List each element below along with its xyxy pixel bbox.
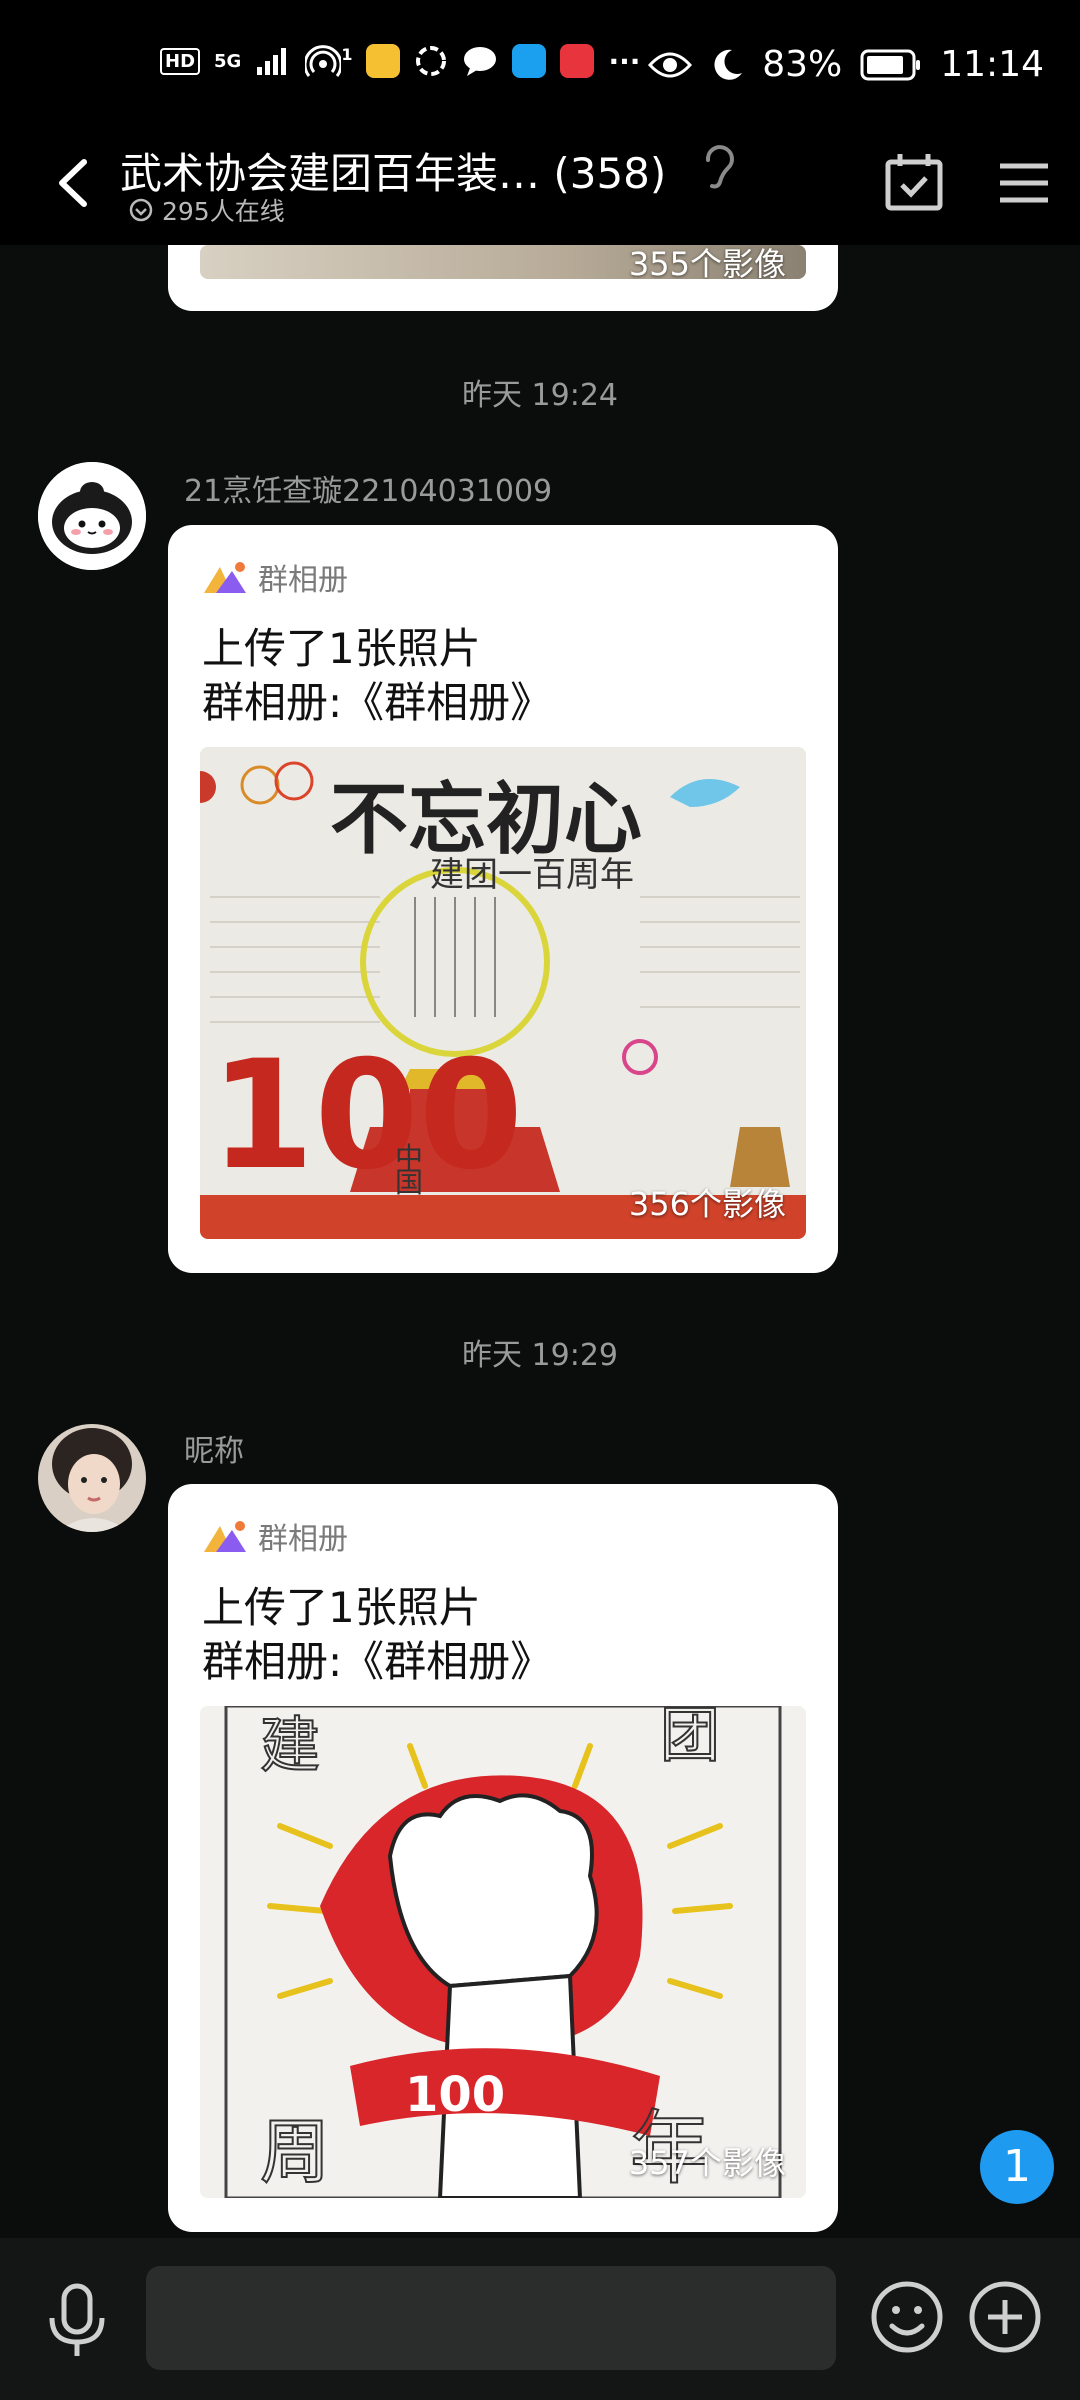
svg-text:100: 100	[405, 2067, 505, 2123]
timestamp: 昨天 19:29	[462, 1338, 618, 1373]
message-bubble[interactable]: 群相册 上传了1张照片 群相册:《群相册》 100 建 团 周 年 357个影像	[168, 1484, 838, 2232]
chevron-left-icon[interactable]	[40, 148, 110, 218]
unread-badge[interactable]: 1	[980, 2130, 1054, 2204]
source-row: 群相册	[202, 1514, 348, 1558]
hotspot-icon	[305, 45, 342, 77]
mail-app-icon	[366, 44, 401, 78]
chat-header: 武术协会建团百年装… (358) 295人在线	[0, 130, 1080, 245]
svg-text:建: 建	[260, 1711, 320, 1781]
svg-text:100: 100	[210, 1029, 523, 1203]
chat-bubble-icon	[464, 47, 497, 76]
poster-subtitle: 建团一百周年	[430, 855, 634, 895]
source-label: 群相册	[258, 1522, 348, 1557]
album-name: 群相册:《群相册》	[202, 678, 553, 727]
source-row: 群相册	[202, 555, 348, 599]
signal-icon	[257, 48, 287, 75]
message-bubble-partial[interactable]: 355个影像	[168, 245, 838, 311]
timestamp: 昨天 19:24	[462, 378, 618, 413]
avatar-photo-image	[38, 1424, 146, 1532]
sender-name: 21烹饪查璇22104031009	[184, 474, 553, 509]
upload-text: 上传了1张照片	[202, 1583, 481, 1632]
circle-app-icon	[416, 46, 447, 76]
photo-count: 356个影像	[628, 1185, 786, 1223]
hd-indicator: HD	[160, 47, 201, 75]
online-count-text: 295人在线	[162, 197, 285, 226]
avatar[interactable]	[38, 462, 146, 570]
source-label: 群相册	[258, 563, 348, 598]
status-bar: HD 5G 1 ··· 83% 11:14	[0, 0, 1080, 130]
plus-circle-icon[interactable]	[966, 2278, 1044, 2356]
photo-thumbnail[interactable]: 100 中 国 不忘初心 建团一百周年 356个影像	[200, 747, 806, 1239]
svg-text:国: 国	[395, 1166, 423, 1199]
search-app-icon	[512, 44, 547, 78]
svg-text:团: 团	[660, 1706, 720, 1771]
status-left-icons: HD 5G 1 ···	[160, 44, 640, 78]
group-album-icon	[204, 1521, 246, 1552]
online-status-icon	[129, 198, 153, 222]
microphone-icon[interactable]	[42, 2282, 112, 2362]
calendar-check-icon[interactable]	[880, 148, 950, 218]
status-right-icons: 83% 11:14	[648, 44, 1044, 85]
avatar[interactable]	[38, 1424, 146, 1532]
fist-poster-drawing: 100 建 团 周 年	[200, 1706, 806, 2198]
hamburger-icon[interactable]	[990, 148, 1060, 218]
smiley-icon[interactable]	[868, 2278, 946, 2356]
svg-text:周: 周	[260, 2111, 330, 2193]
battery-icon	[860, 49, 921, 80]
photo-thumbnail[interactable]: 100 建 团 周 年 357个影像	[200, 1706, 806, 2198]
input-bar	[0, 2238, 1080, 2400]
album-name: 群相册:《群相册》	[202, 1637, 553, 1686]
upload-text: 上传了1张照片	[202, 624, 481, 673]
more-notifications: ···	[608, 44, 641, 78]
battery-percent: 83%	[762, 44, 843, 85]
hotspot-count: 1	[341, 44, 353, 64]
avatar-cartoon-image	[38, 462, 146, 570]
message-bubble[interactable]: 群相册 上传了1张照片 群相册:《群相册》 100 中 国 不忘初心 建团一百周…	[168, 525, 838, 1273]
store-app-icon	[560, 44, 595, 78]
eye-icon	[648, 52, 693, 77]
photo-count: 355个影像	[628, 245, 786, 279]
moon-icon	[714, 49, 743, 80]
sender-name: 昵称	[184, 1434, 244, 1469]
message-input[interactable]	[146, 2266, 836, 2370]
network-type: 5G	[214, 50, 242, 72]
group-album-icon	[204, 562, 246, 593]
photo-count: 357个影像	[628, 2144, 786, 2182]
photo-thumbnail-partial[interactable]: 355个影像	[200, 245, 806, 279]
clock: 11:14	[940, 44, 1044, 85]
online-count: 295人在线	[128, 192, 285, 228]
ear-icon	[705, 145, 734, 189]
